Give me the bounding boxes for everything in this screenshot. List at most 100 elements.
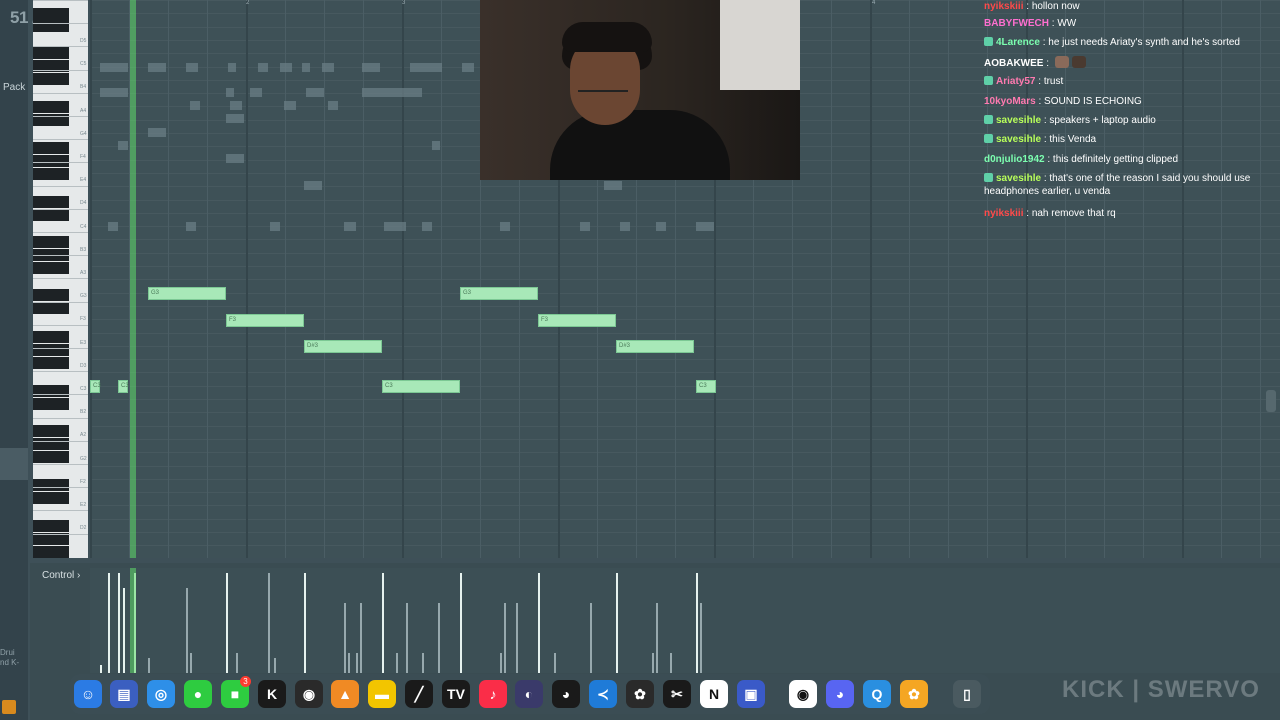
black-key[interactable] (33, 520, 69, 532)
chat-username[interactable]: BABYFWECH (984, 18, 1049, 29)
velocity-bar[interactable] (118, 573, 120, 673)
black-key[interactable] (33, 302, 69, 314)
quicktime-icon[interactable]: Q (863, 680, 891, 708)
black-key[interactable] (33, 8, 69, 20)
midi-note[interactable]: C3 (382, 380, 460, 393)
chatgpt-icon[interactable]: ✿ (626, 680, 654, 708)
velocity-lane[interactable] (90, 568, 1280, 673)
velocity-bar[interactable] (590, 603, 592, 673)
photos-icon[interactable]: ✿ (900, 680, 928, 708)
black-key[interactable] (33, 209, 69, 221)
velocity-bar[interactable] (554, 653, 556, 673)
velocity-bar[interactable] (696, 573, 698, 673)
black-key[interactable] (33, 451, 69, 463)
midi-note[interactable]: D#3 (304, 340, 382, 353)
black-key[interactable] (33, 533, 69, 545)
github-icon[interactable]: ◕ (552, 680, 580, 708)
velocity-bar[interactable] (108, 573, 110, 673)
obs-icon[interactable]: ◉ (295, 680, 323, 708)
black-key[interactable] (33, 546, 69, 558)
black-key[interactable] (33, 168, 69, 180)
chrome-icon[interactable]: ◉ (789, 680, 817, 708)
tradingview-icon[interactable]: TV (442, 680, 470, 708)
playhead[interactable] (130, 0, 136, 558)
velocity-bar[interactable] (148, 658, 150, 673)
black-key[interactable] (33, 20, 69, 32)
notes-icon[interactable]: ▬ (368, 680, 396, 708)
velocity-bar[interactable] (460, 573, 462, 673)
velocity-bar[interactable] (504, 603, 506, 673)
midi-note[interactable]: C3 (90, 380, 101, 393)
kick-icon[interactable]: K (258, 680, 286, 708)
chat-username[interactable]: nyikskiii (984, 208, 1023, 219)
midi-note[interactable]: F3 (538, 314, 616, 327)
velocity-bar[interactable] (422, 653, 424, 673)
roblox-icon[interactable]: ▣ (737, 680, 765, 708)
black-key[interactable] (33, 289, 69, 301)
chat-username[interactable]: d0njulio1942 (984, 154, 1045, 165)
black-key[interactable] (33, 357, 69, 369)
piano-keyboard[interactable]: D5 C5 B4 A4 G4 F4 E4 D4 C4 B3 A3 G3 F3 E3 D3 C3 B2 A2 G2 F2… (33, 0, 88, 558)
black-key[interactable] (33, 101, 69, 113)
black-key[interactable] (33, 492, 69, 504)
messages-icon[interactable]: ● (184, 680, 212, 708)
chat-username[interactable]: 4Larence (996, 37, 1040, 48)
safari-icon[interactable]: ◎ (147, 680, 175, 708)
notion-icon[interactable]: N (700, 680, 728, 708)
trash-icon[interactable]: ▯ (953, 680, 981, 708)
velocity-bar[interactable] (344, 603, 346, 673)
pack-label[interactable]: Pack (3, 82, 25, 93)
velocity-bar[interactable] (100, 665, 102, 673)
velocity-bar[interactable] (190, 653, 192, 673)
finder-icon[interactable]: ☺ (74, 680, 102, 708)
pen-icon[interactable]: ╱ (405, 680, 433, 708)
black-key[interactable] (33, 196, 69, 208)
velocity-bar[interactable] (304, 573, 306, 673)
midi-note[interactable]: F3 (226, 314, 304, 327)
vscode-icon[interactable]: ≺ (589, 680, 617, 708)
black-key[interactable] (33, 331, 69, 343)
black-key[interactable] (33, 73, 69, 85)
velocity-bar[interactable] (186, 588, 188, 673)
velocity-bar[interactable] (652, 653, 654, 673)
black-key[interactable] (33, 344, 69, 356)
black-key[interactable] (33, 398, 69, 410)
black-key[interactable] (33, 425, 69, 437)
midi-note[interactable]: G3 (460, 287, 538, 300)
black-key[interactable] (33, 47, 69, 59)
velocity-bar[interactable] (268, 573, 270, 673)
davinci-icon[interactable]: ◐ (515, 680, 543, 708)
velocity-bar[interactable] (516, 603, 518, 673)
fl-studio-icon[interactable]: ▲ (331, 680, 359, 708)
velocity-bar[interactable] (382, 573, 384, 673)
black-key[interactable] (33, 479, 69, 491)
velocity-bar[interactable] (656, 603, 658, 673)
velocity-bar[interactable] (236, 653, 238, 673)
velocity-bar[interactable] (356, 653, 358, 673)
chat-username[interactable]: Ariaty57 (996, 76, 1035, 87)
velocity-bar[interactable] (274, 658, 276, 673)
black-key[interactable] (33, 236, 69, 248)
velocity-bar[interactable] (438, 603, 440, 673)
velocity-bar[interactable] (616, 573, 618, 673)
chat-username[interactable]: savesihle (996, 134, 1041, 145)
midi-note[interactable]: D#3 (616, 340, 694, 353)
chat-username[interactable]: savesihle (996, 115, 1041, 126)
velocity-bar[interactable] (396, 653, 398, 673)
velocity-bar[interactable] (123, 588, 125, 673)
velocity-bar[interactable] (670, 653, 672, 673)
midi-note[interactable]: G3 (148, 287, 226, 300)
black-key[interactable] (33, 262, 69, 274)
chat-username[interactable]: nyikskiii (984, 1, 1023, 12)
black-key[interactable] (33, 155, 69, 167)
velocity-bar[interactable] (538, 573, 540, 673)
chat-username[interactable]: savesihle (996, 173, 1041, 184)
black-key[interactable] (33, 438, 69, 450)
music-icon[interactable]: ♪ (479, 680, 507, 708)
scrollbar-thumb[interactable] (1266, 390, 1276, 412)
velocity-bar[interactable] (226, 573, 228, 673)
velocity-bar[interactable] (500, 653, 502, 673)
velocity-bar[interactable] (360, 603, 362, 673)
midi-note[interactable]: C3 (118, 380, 129, 393)
capcut-icon[interactable]: ✂ (663, 680, 691, 708)
